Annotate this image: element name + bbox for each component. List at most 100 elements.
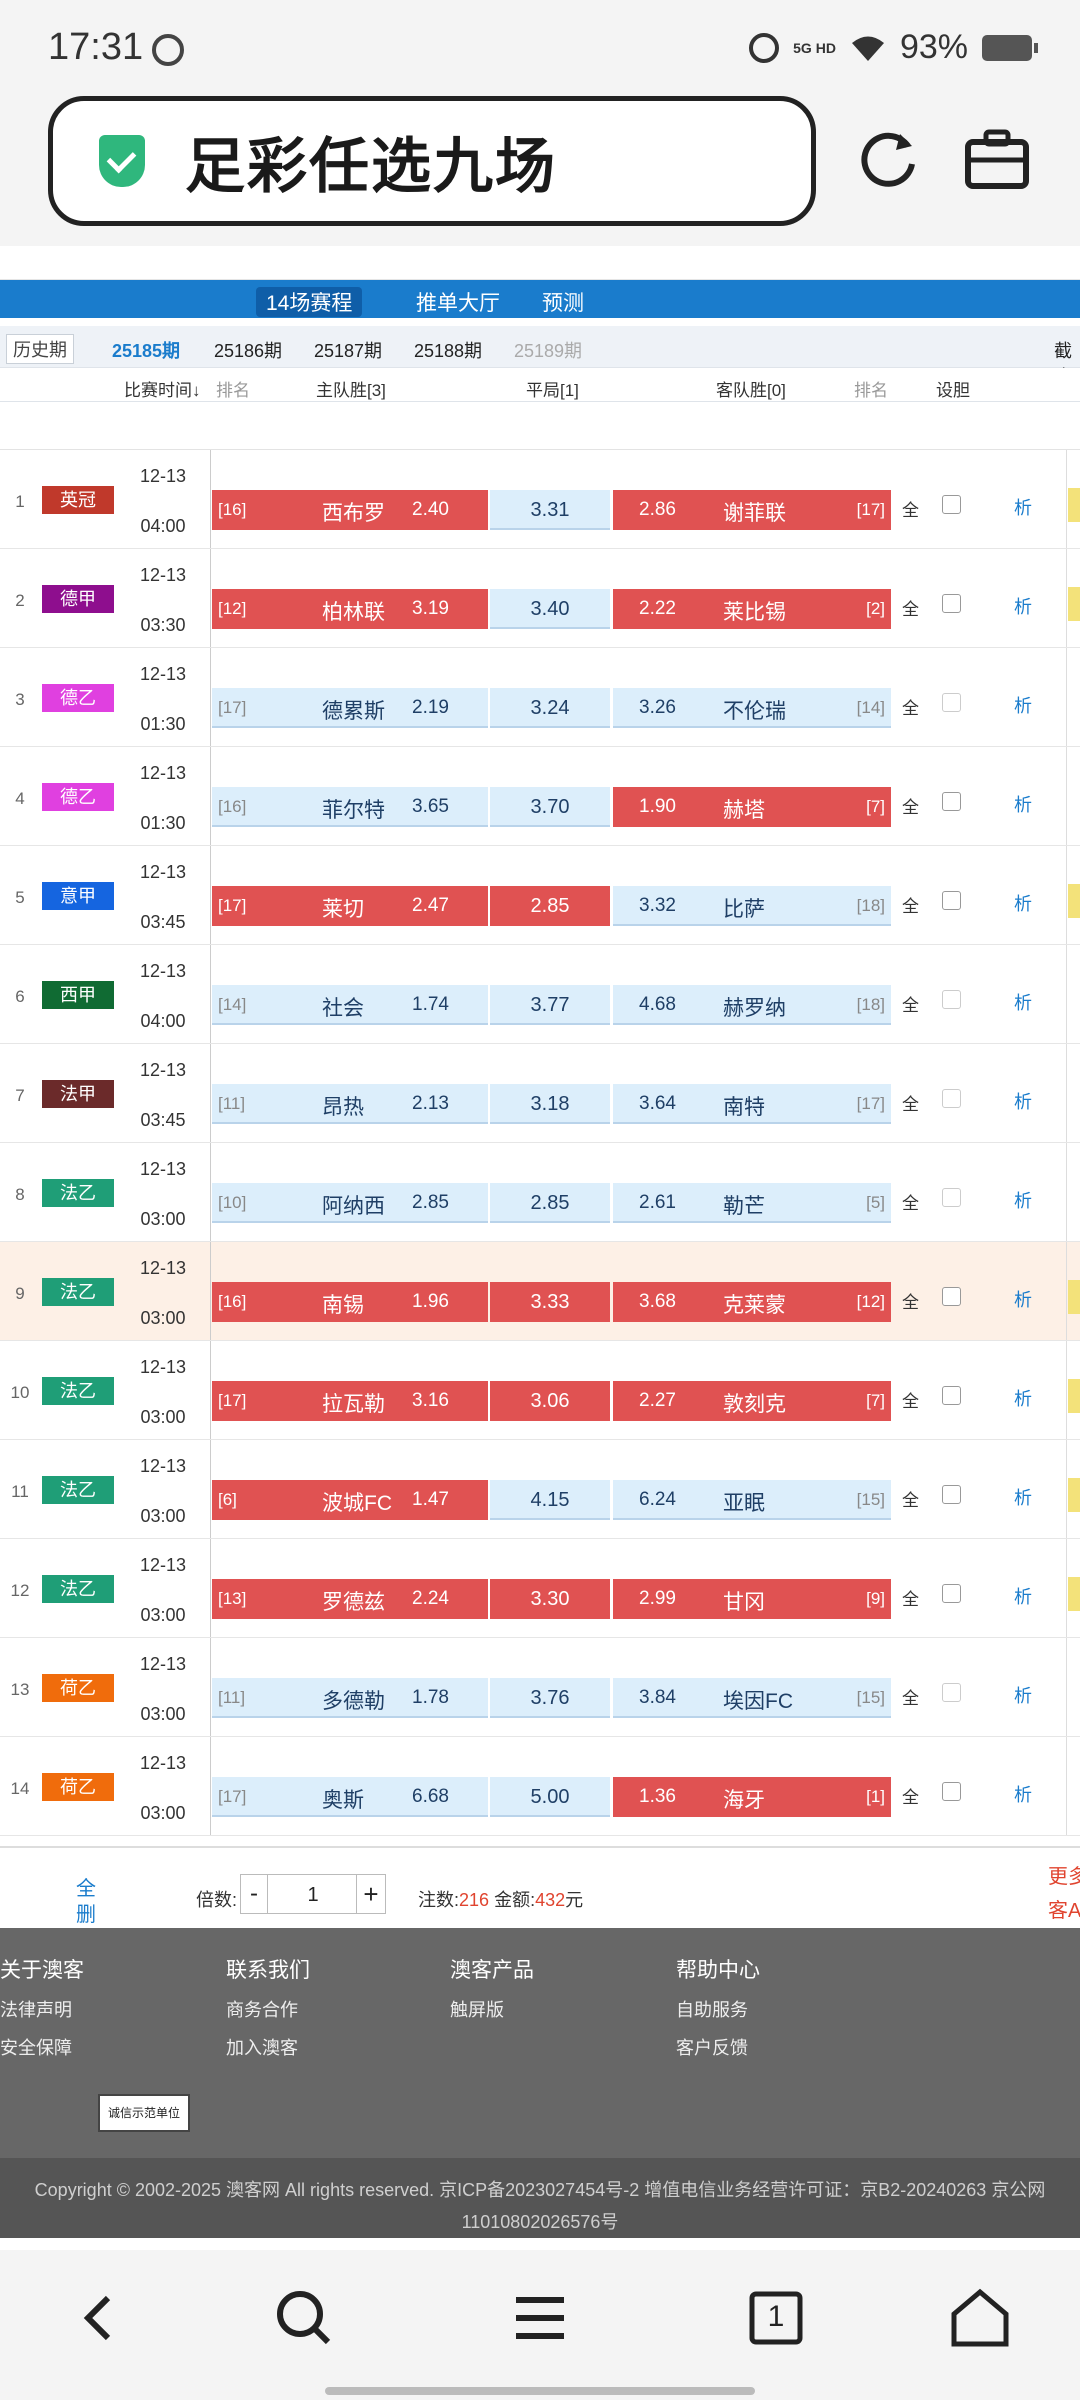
away-win-option[interactable]: 4.68 赫罗纳 [18] bbox=[613, 985, 891, 1025]
away-win-option[interactable]: 3.32 比萨 [18] bbox=[613, 886, 891, 926]
draw-option[interactable]: 3.30 bbox=[490, 1579, 610, 1619]
toolbox-icon[interactable] bbox=[962, 126, 1032, 192]
footer-link[interactable]: 法律声明 bbox=[0, 1996, 84, 2022]
banker-checkbox[interactable] bbox=[942, 1782, 961, 1801]
period-item[interactable]: 25188期 bbox=[414, 337, 482, 363]
footer-link[interactable]: 客户反馈 bbox=[676, 2034, 760, 2060]
draw-option[interactable]: 3.33 bbox=[490, 1282, 610, 1322]
draw-option[interactable]: 3.06 bbox=[490, 1381, 610, 1421]
analysis-link[interactable]: 析 bbox=[1014, 1286, 1032, 1312]
draw-option[interactable]: 3.31 bbox=[490, 490, 610, 530]
home-win-option[interactable]: [17] 莱切 2.47 bbox=[212, 886, 488, 926]
analysis-link[interactable]: 析 bbox=[1014, 1583, 1032, 1609]
select-all-button[interactable]: 全 bbox=[902, 595, 919, 620]
period-item[interactable]: 25187期 bbox=[314, 337, 382, 363]
select-all-button[interactable]: 全 bbox=[902, 892, 919, 917]
analysis-link[interactable]: 析 bbox=[1014, 1484, 1032, 1510]
draw-option[interactable]: 3.24 bbox=[490, 688, 610, 728]
select-all-button[interactable]: 全 bbox=[902, 1189, 919, 1214]
away-win-option[interactable]: 3.26 不伦瑞 [14] bbox=[613, 688, 891, 728]
select-all-button[interactable]: 全 bbox=[902, 496, 919, 521]
banker-checkbox[interactable] bbox=[942, 1683, 961, 1702]
analysis-link[interactable]: 析 bbox=[1014, 890, 1032, 916]
tabs-button[interactable]: 1 bbox=[744, 2286, 808, 2350]
footer-link[interactable]: 触屏版 bbox=[450, 1996, 534, 2022]
away-win-option[interactable]: 3.64 南特 [17] bbox=[613, 1084, 891, 1124]
integrity-badge[interactable]: 诚信示范单位 bbox=[98, 2094, 190, 2132]
away-win-option[interactable]: 2.27 敦刻克 [7] bbox=[613, 1381, 891, 1421]
analysis-link[interactable]: 析 bbox=[1014, 692, 1032, 718]
select-all-button[interactable]: 全 bbox=[902, 793, 919, 818]
home-win-option[interactable]: [11] 多德勒 1.78 bbox=[212, 1678, 488, 1718]
draw-option[interactable]: 3.77 bbox=[490, 985, 610, 1025]
banker-checkbox[interactable] bbox=[942, 792, 961, 811]
analysis-link[interactable]: 析 bbox=[1014, 593, 1032, 619]
analysis-link[interactable]: 析 bbox=[1014, 1682, 1032, 1708]
home-icon[interactable] bbox=[948, 2286, 1012, 2350]
multiplier-input[interactable]: 1 bbox=[268, 1874, 358, 1914]
address-bar[interactable]: 足彩任选九场 bbox=[48, 96, 816, 226]
banker-checkbox[interactable] bbox=[942, 495, 961, 514]
analysis-link[interactable]: 析 bbox=[1014, 494, 1032, 520]
select-all-button[interactable]: 全 bbox=[902, 694, 919, 719]
away-win-option[interactable]: 3.68 克莱蒙 [12] bbox=[613, 1282, 891, 1322]
select-all-button[interactable]: 全 bbox=[902, 1288, 919, 1313]
multiplier-increase-button[interactable]: + bbox=[356, 1874, 386, 1914]
analysis-link[interactable]: 析 bbox=[1014, 1187, 1032, 1213]
home-win-option[interactable]: [14] 社会 1.74 bbox=[212, 985, 488, 1025]
banker-checkbox[interactable] bbox=[942, 594, 961, 613]
away-win-option[interactable]: 2.61 勒芒 [5] bbox=[613, 1183, 891, 1223]
reload-icon[interactable] bbox=[856, 126, 922, 192]
menu-icon[interactable] bbox=[508, 2286, 572, 2350]
banker-checkbox[interactable] bbox=[942, 1188, 961, 1207]
home-win-option[interactable]: [12] 柏林联 3.19 bbox=[212, 589, 488, 629]
home-win-option[interactable]: [17] 奥斯 6.68 bbox=[212, 1777, 488, 1817]
footer-link[interactable]: 加入澳客 bbox=[226, 2034, 310, 2060]
draw-option[interactable]: 5.00 bbox=[490, 1777, 610, 1817]
period-current[interactable]: 25185期 bbox=[112, 337, 180, 363]
select-all-button[interactable]: 全 bbox=[902, 1090, 919, 1115]
select-all-button[interactable]: 全 bbox=[902, 1387, 919, 1412]
period-item[interactable]: 25186期 bbox=[214, 337, 282, 363]
search-icon[interactable] bbox=[272, 2286, 336, 2350]
home-win-option[interactable]: [17] 德累斯 2.19 bbox=[212, 688, 488, 728]
home-win-option[interactable]: [16] 西布罗 2.40 bbox=[212, 490, 488, 530]
home-win-option[interactable]: [13] 罗德兹 2.24 bbox=[212, 1579, 488, 1619]
footer-link[interactable]: 自助服务 bbox=[676, 1996, 760, 2022]
home-win-option[interactable]: [17] 拉瓦勒 3.16 bbox=[212, 1381, 488, 1421]
select-all-button[interactable]: 全 bbox=[902, 1783, 919, 1808]
away-win-option[interactable]: 1.36 海牙 [1] bbox=[613, 1777, 891, 1817]
away-win-option[interactable]: 2.22 莱比锡 [2] bbox=[613, 589, 891, 629]
banker-checkbox[interactable] bbox=[942, 1386, 961, 1405]
select-all-button[interactable]: 全 bbox=[902, 1684, 919, 1709]
footer-link[interactable]: 商务合作 bbox=[226, 1996, 310, 2022]
draw-option[interactable]: 2.85 bbox=[490, 886, 610, 926]
draw-option[interactable]: 3.40 bbox=[490, 589, 610, 629]
banker-checkbox[interactable] bbox=[942, 1287, 961, 1306]
select-all-button[interactable]: 全 bbox=[902, 991, 919, 1016]
select-all-button[interactable]: 全 bbox=[902, 1486, 919, 1511]
tab-predict[interactable]: 预测 bbox=[542, 287, 584, 317]
draw-option[interactable]: 3.76 bbox=[490, 1678, 610, 1718]
multiplier-decrease-button[interactable]: - bbox=[240, 1874, 268, 1914]
home-win-option[interactable]: [16] 菲尔特 3.65 bbox=[212, 787, 488, 827]
away-win-option[interactable]: 3.84 埃因FC [15] bbox=[613, 1678, 891, 1718]
banker-checkbox[interactable] bbox=[942, 1584, 961, 1603]
analysis-link[interactable]: 析 bbox=[1014, 1088, 1032, 1114]
clear-all-button[interactable]: 全删 bbox=[76, 1876, 98, 1928]
home-win-option[interactable]: [6] 波城FC 1.47 bbox=[212, 1480, 488, 1520]
draw-option[interactable]: 3.70 bbox=[490, 787, 610, 827]
analysis-link[interactable]: 析 bbox=[1014, 989, 1032, 1015]
away-win-option[interactable]: 6.24 亚眠 [15] bbox=[613, 1480, 891, 1520]
analysis-link[interactable]: 析 bbox=[1014, 791, 1032, 817]
col-time[interactable]: 比赛时间↓ bbox=[124, 376, 201, 401]
select-all-button[interactable]: 全 bbox=[902, 1585, 919, 1610]
history-select[interactable]: 历史期 bbox=[6, 334, 74, 364]
banker-checkbox[interactable] bbox=[942, 1089, 961, 1108]
away-win-option[interactable]: 2.99 甘冈 [9] bbox=[613, 1579, 891, 1619]
tab-14-matches[interactable]: 14场赛程 bbox=[256, 287, 363, 317]
draw-option[interactable]: 3.18 bbox=[490, 1084, 610, 1124]
home-win-option[interactable]: [10] 阿纳西 2.85 bbox=[212, 1183, 488, 1223]
analysis-link[interactable]: 析 bbox=[1014, 1781, 1032, 1807]
home-win-option[interactable]: [11] 昂热 2.13 bbox=[212, 1084, 488, 1124]
